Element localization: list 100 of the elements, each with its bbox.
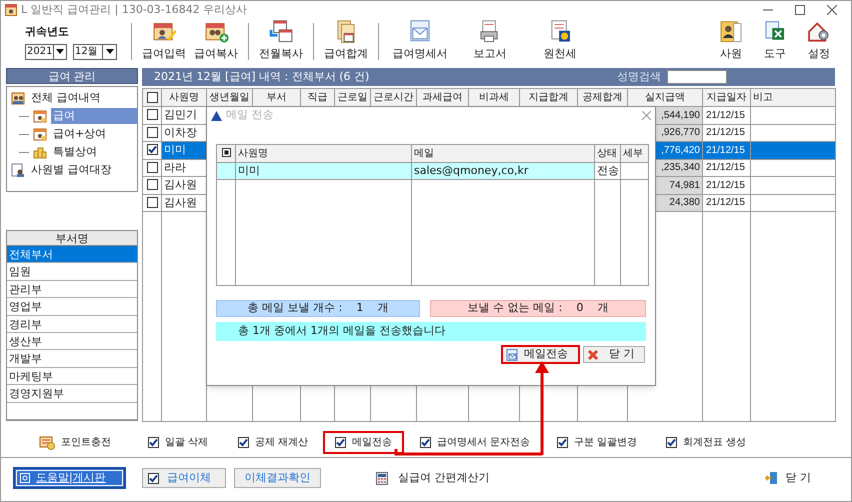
column-header: 상태 — [594, 144, 620, 162]
summary-unit: 개 — [597, 300, 608, 316]
table-cell: 미미 — [162, 142, 206, 159]
calendars-icon — [267, 19, 295, 42]
checkbox[interactable] — [146, 92, 158, 103]
window-title: L 일반직 급여관리 | 130-03-16842 우리상사 — [21, 2, 248, 18]
department-item[interactable]: 경영지원부 — [7, 385, 137, 403]
toolbar-button[interactable]: 급여복사 — [190, 19, 242, 64]
dropdown-icon — [106, 49, 114, 54]
checkbox-label: 회계전표 생성 — [683, 436, 746, 450]
coins-stack-icon — [39, 434, 55, 450]
tree-item[interactable]: 급여+상여 — [51, 126, 108, 142]
department-item[interactable]: 관리부 — [7, 280, 137, 298]
table-cell: 21/12/15 — [702, 106, 750, 124]
toolbar-button[interactable]: 전월복사 — [255, 19, 307, 64]
checkbox-label: 공제 재계산 — [255, 436, 308, 450]
checkbox-label: 메일전송 — [352, 436, 392, 450]
calculator-icon — [376, 472, 388, 484]
toolbar-button[interactable]: 급여입력 — [138, 19, 190, 64]
toolbar-button[interactable]: 사원 — [709, 19, 753, 64]
toolbar-button[interactable]: 급여명세서 — [385, 19, 455, 64]
department-item[interactable]: 영업부 — [7, 298, 137, 316]
transfer-result-button[interactable]: 이체결과확인 — [234, 468, 321, 488]
checkbox[interactable] — [146, 126, 158, 138]
dropdown-icon — [56, 49, 64, 54]
coins-icon — [33, 145, 47, 159]
summary-label: 보낼 수 없는 메일 : — [468, 300, 562, 316]
summary-count: 0 — [576, 300, 584, 316]
column-header: 사원명 — [236, 144, 412, 162]
toolbar-button[interactable]: 원천세 — [525, 19, 595, 64]
checkbox[interactable] — [148, 436, 159, 448]
toolbar-button[interactable]: 급여합계 — [320, 19, 372, 64]
toolbar-button[interactable]: 보고서 — [455, 19, 525, 64]
calculator-button[interactable]: 실급여 간편계산기 — [376, 470, 490, 486]
checkbox[interactable] — [148, 472, 159, 484]
table-cell: 21/12/15 — [702, 159, 750, 176]
summary-label: 총 메일 보낼 개수 : — [248, 300, 342, 316]
checkbox[interactable] — [557, 436, 568, 448]
warning-triangle-icon — [211, 110, 222, 120]
close-x-icon — [587, 348, 599, 360]
checkbox[interactable] — [146, 144, 158, 156]
mail-document-icon — [506, 348, 518, 360]
column-header: 메일 — [412, 144, 594, 162]
checkbox[interactable] — [146, 196, 158, 208]
month-select[interactable]: 12월 — [73, 44, 117, 60]
close-icon — [827, 5, 837, 15]
toolbar-button[interactable]: 도구 — [753, 19, 797, 64]
door-exit-icon — [764, 471, 778, 485]
toolbar-button[interactable]: 설정 — [797, 19, 841, 64]
table-cell: 미미 — [236, 162, 412, 180]
panel-header: 부서명 — [6, 230, 138, 246]
department-item[interactable]: 마케팅부 — [7, 368, 137, 386]
checkbox[interactable] — [146, 162, 158, 173]
table-cell: 21/12/15 — [702, 176, 750, 194]
panel-header: 급여 관리 — [6, 68, 138, 84]
checkbox-label: 급여명세서 문자전송 — [437, 436, 530, 450]
department-item[interactable]: 생산부 — [7, 332, 137, 350]
department-item[interactable]: 전체부서 — [7, 246, 137, 264]
column-header: 세부 — [620, 144, 648, 162]
send-mail-button[interactable]: 메일전송 — [501, 345, 580, 364]
department-item[interactable]: 경리부 — [7, 316, 137, 333]
close-icon — [642, 111, 651, 120]
summary-unit: 개 — [377, 300, 388, 316]
grid-title: 2021년 12월 [급여] 내역 : 전체부서 (6 건) — [154, 68, 370, 85]
tree-item[interactable]: 특별상여 — [51, 144, 99, 160]
checkbox[interactable] — [238, 436, 249, 448]
summary-count: 1 — [356, 300, 364, 316]
checkbox[interactable] — [335, 436, 346, 448]
column-header: 사원명 — [162, 88, 206, 106]
close-button[interactable]: 닫 기 — [583, 346, 645, 363]
tree-item[interactable]: 사원별 급여대장 — [29, 162, 114, 178]
checkbox[interactable] — [146, 109, 158, 120]
checkbox[interactable] — [420, 436, 431, 448]
ledger-icon — [11, 163, 25, 177]
exit-button[interactable]: 닫 기 — [764, 470, 811, 486]
checkbox-label: 구분 일괄변경 — [574, 436, 638, 450]
checkbox[interactable] — [146, 179, 158, 190]
department-item[interactable]: 개발부 — [7, 350, 137, 368]
table-cell: 전송 — [594, 162, 620, 180]
transfer-checkbox-button[interactable]: 급여이체 — [142, 468, 226, 488]
table-cell: 21/12/15 — [702, 142, 750, 159]
help-board-button[interactable]: 도움말|게시판 — [13, 467, 126, 489]
column-header: 비고 — [750, 88, 836, 106]
app-icon — [5, 4, 17, 16]
people-icon — [11, 91, 25, 105]
calendar-icon — [33, 109, 47, 123]
dialog-title: 메일 전송 — [226, 107, 274, 124]
search-label: 성명검색 — [617, 68, 661, 85]
year-select[interactable]: 2021 — [25, 44, 67, 60]
table-cell: 21/12/15 — [702, 194, 750, 212]
status-message: 총 1개 중에서 1개의 메일을 전송했습니다 — [238, 323, 446, 340]
select-all-checkbox-icon — [222, 148, 230, 158]
maximize-icon — [795, 5, 805, 15]
department-item[interactable]: 임원 — [7, 263, 137, 281]
column-header: 지급일자 — [702, 88, 750, 106]
calendar-icon — [33, 127, 47, 141]
tree-item[interactable]: 전체 급여내역 — [29, 90, 102, 106]
checkbox[interactable] — [666, 436, 677, 448]
search-field[interactable] — [667, 70, 727, 84]
point-charge-button[interactable]: 포인트충전 — [39, 434, 111, 450]
